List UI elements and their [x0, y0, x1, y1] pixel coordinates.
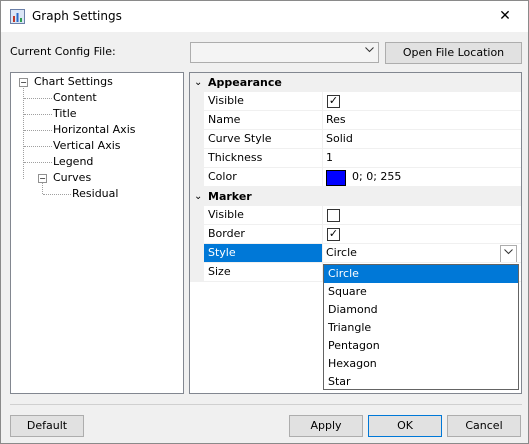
property-row-style[interactable]: Style Circle: [190, 244, 521, 263]
tree-guide: [43, 194, 71, 195]
property-name: Curve Style: [208, 132, 272, 145]
property-row-color[interactable]: Color 0; 0; 255: [190, 168, 521, 187]
property-name: Size: [208, 265, 231, 278]
property-name: Color: [208, 170, 237, 183]
row-gutter: [190, 225, 204, 244]
column-separator: [322, 225, 323, 244]
graph-settings-icon: [10, 9, 25, 24]
property-name: Name: [208, 113, 241, 126]
option-diamond[interactable]: Diamond: [324, 301, 518, 319]
property-row-visible[interactable]: Visible ✓: [190, 92, 521, 111]
tree-item-horizontal-axis[interactable]: Horizontal Axis: [53, 122, 135, 138]
style-dropdown-list: Circle Square Diamond Triangle Pentagon …: [323, 264, 519, 390]
collapse-icon[interactable]: −: [19, 78, 28, 87]
category-label: Marker: [208, 190, 252, 203]
row-gutter: [190, 263, 204, 282]
tree-guide: [24, 130, 52, 131]
border-checkbox[interactable]: ✓: [327, 228, 340, 241]
open-file-location-button[interactable]: Open File Location: [385, 42, 522, 64]
tree-item-residual[interactable]: Residual: [72, 186, 118, 202]
row-gutter: [190, 206, 204, 225]
apply-button[interactable]: Apply: [289, 415, 363, 437]
column-separator: [322, 92, 323, 111]
color-swatch[interactable]: [326, 170, 346, 186]
column-separator: [322, 130, 323, 149]
settings-tree: − Chart Settings Content Title Horizonta…: [10, 72, 184, 394]
category-marker[interactable]: ⌄ Marker: [190, 187, 521, 206]
property-row-border[interactable]: Border ✓: [190, 225, 521, 244]
property-row-name[interactable]: Name Res: [190, 111, 521, 130]
tree-item-content[interactable]: Content: [53, 90, 97, 106]
tree-item-curves[interactable]: Curves: [53, 170, 91, 186]
tree-guide: [24, 162, 52, 163]
tree-item-chart-settings[interactable]: Chart Settings: [34, 74, 113, 90]
option-circle[interactable]: Circle: [324, 265, 518, 283]
column-separator: [322, 111, 323, 130]
tree-guide: [24, 98, 52, 99]
row-gutter: [190, 149, 204, 168]
chevron-down-icon: [365, 45, 374, 56]
chevron-down-icon[interactable]: [500, 245, 517, 263]
row-gutter: [190, 244, 204, 263]
property-name: Visible: [208, 208, 244, 221]
config-file-combo[interactable]: [190, 42, 379, 63]
category-appearance[interactable]: ⌄ Appearance: [190, 73, 521, 92]
property-row-curve-style[interactable]: Curve Style Solid: [190, 130, 521, 149]
tree-item-title[interactable]: Title: [53, 106, 77, 122]
column-separator: [322, 206, 323, 225]
property-name: Style: [208, 246, 236, 259]
window-title: Graph Settings: [32, 9, 122, 23]
graph-settings-window: Graph Settings ✕ Current Config File: Op…: [0, 0, 529, 444]
marker-visible-checkbox[interactable]: [327, 209, 340, 222]
row-gutter: [190, 130, 204, 149]
name-value[interactable]: Res: [326, 111, 346, 129]
option-square[interactable]: Square: [324, 283, 518, 301]
property-row-marker-visible[interactable]: Visible: [190, 206, 521, 225]
title-bar: Graph Settings ✕: [1, 1, 528, 32]
option-triangle[interactable]: Triangle: [324, 319, 518, 337]
footer-divider: [10, 404, 522, 405]
tree-guide: [24, 146, 52, 147]
option-hexagon[interactable]: Hexagon: [324, 355, 518, 373]
collapse-icon[interactable]: −: [38, 174, 47, 183]
column-separator: [322, 244, 323, 263]
close-icon[interactable]: ✕: [482, 1, 528, 32]
thickness-value[interactable]: 1: [326, 149, 333, 167]
collapse-icon[interactable]: ⌄: [194, 73, 202, 92]
color-value[interactable]: 0; 0; 255: [352, 168, 401, 186]
property-name: Thickness: [208, 151, 263, 164]
option-pentagon[interactable]: Pentagon: [324, 337, 518, 355]
tree-item-vertical-axis[interactable]: Vertical Axis: [53, 138, 121, 154]
row-gutter: [190, 111, 204, 130]
column-separator: [322, 168, 323, 187]
option-star[interactable]: Star: [324, 373, 518, 391]
visible-checkbox[interactable]: ✓: [327, 95, 340, 108]
style-value[interactable]: Circle: [326, 244, 357, 262]
row-gutter: [190, 168, 204, 187]
collapse-icon[interactable]: ⌄: [194, 187, 202, 206]
row-gutter: [190, 92, 204, 111]
column-separator: [322, 149, 323, 168]
property-row-thickness[interactable]: Thickness 1: [190, 149, 521, 168]
config-file-label: Current Config File:: [10, 45, 116, 58]
property-name: Visible: [208, 94, 244, 107]
default-button[interactable]: Default: [10, 415, 84, 437]
curve-style-value[interactable]: Solid: [326, 130, 353, 148]
category-label: Appearance: [208, 76, 282, 89]
tree-guide: [42, 183, 43, 194]
tree-guide: [24, 114, 52, 115]
property-name: Border: [208, 227, 245, 240]
tree-item-legend[interactable]: Legend: [53, 154, 93, 170]
cancel-button[interactable]: Cancel: [447, 415, 521, 437]
ok-button[interactable]: OK: [368, 415, 442, 437]
tree-guide: [23, 85, 24, 179]
